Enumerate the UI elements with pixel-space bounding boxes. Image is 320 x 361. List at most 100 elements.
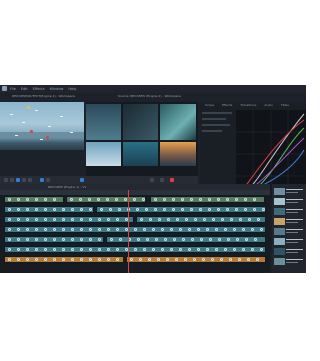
clip-frame-icon <box>26 218 29 221</box>
track-6[interactable] <box>0 245 270 254</box>
clip-frame-icon <box>215 248 218 251</box>
clip-thumbnail[interactable] <box>160 142 196 166</box>
seagull-shape <box>48 126 51 127</box>
timeline-clip[interactable] <box>66 196 146 203</box>
timeline-clip[interactable] <box>96 206 266 213</box>
clip-frame-icon <box>89 218 92 221</box>
clip-frame-icon <box>172 208 175 211</box>
clip-frame-icon <box>157 258 160 261</box>
media-item[interactable] <box>274 248 304 255</box>
red-marker-icon[interactable] <box>46 136 49 139</box>
timeline-clip[interactable] <box>4 226 266 233</box>
clip-thumbnail[interactable] <box>123 142 158 166</box>
program-monitor[interactable] <box>0 102 84 150</box>
track-5[interactable] <box>0 235 270 244</box>
media-item[interactable] <box>274 258 304 265</box>
step-back-button[interactable] <box>10 178 14 182</box>
tab-audio[interactable]: Audio <box>264 103 273 107</box>
clip-frame-icon <box>170 248 173 251</box>
clip-frame-icon <box>8 238 11 241</box>
clip-frame-icon <box>244 198 247 201</box>
clip-frame-icon <box>80 238 83 241</box>
loop-button[interactable] <box>40 178 44 182</box>
clip-thumbnail[interactable] <box>86 142 121 166</box>
clip-frame-icon <box>148 258 151 261</box>
media-item[interactable] <box>274 238 304 245</box>
play-button[interactable] <box>16 178 20 182</box>
clip-frame-icon <box>118 208 121 211</box>
clip-frame-icon <box>116 258 119 261</box>
rewind-button[interactable] <box>4 178 8 182</box>
timeline-clip[interactable] <box>136 216 266 223</box>
clip-frame-icon <box>44 258 47 261</box>
media-item[interactable] <box>274 208 304 215</box>
clip-frame-icon <box>163 208 166 211</box>
timeline-tracks[interactable] <box>0 195 270 273</box>
rec-indicator-icon[interactable] <box>170 178 174 182</box>
timeline-clip[interactable] <box>126 256 266 263</box>
timeline-clip[interactable] <box>4 256 124 263</box>
clip-frame-icon <box>107 248 110 251</box>
clip-frame-icon <box>26 248 29 251</box>
clip-frame-icon <box>44 208 47 211</box>
record-button[interactable] <box>80 178 84 182</box>
menu-window[interactable]: Window <box>50 87 64 91</box>
zoom-button[interactable] <box>150 178 154 182</box>
clip-frame-icon <box>253 208 256 211</box>
clip-frame-icon <box>71 258 74 261</box>
clip-frame-icon <box>163 198 166 201</box>
playhead[interactable] <box>128 190 129 273</box>
tab-titles[interactable]: Titles <box>281 103 289 107</box>
track-1[interactable] <box>0 195 270 204</box>
clip-frame-icon <box>8 248 11 251</box>
clip-thumbnail[interactable] <box>86 104 121 140</box>
timeline-clip[interactable] <box>4 206 94 213</box>
tab-effects[interactable]: Effects <box>222 103 232 107</box>
timeline-clip[interactable] <box>4 246 266 253</box>
timeline-clip[interactable] <box>150 196 265 203</box>
track-7[interactable] <box>0 255 270 264</box>
clip-thumbnail[interactable] <box>160 104 196 140</box>
clip-frame-icon <box>53 248 56 251</box>
app-logo-icon <box>2 86 7 91</box>
cut-button[interactable] <box>46 178 50 182</box>
clip-frame-icon <box>217 198 220 201</box>
red-marker-icon[interactable] <box>30 130 33 133</box>
clip-frame-icon <box>256 258 259 261</box>
effect-list <box>202 112 234 192</box>
clip-frame-icon <box>179 248 182 251</box>
stop-button[interactable] <box>22 178 26 182</box>
clip-frame-icon <box>239 218 242 221</box>
timeline-clip[interactable] <box>4 236 104 243</box>
clip-frame-icon <box>211 258 214 261</box>
clip-frame-icon <box>191 238 194 241</box>
menu-edit[interactable]: Edit <box>21 87 28 91</box>
menu-effects[interactable]: Effects <box>33 87 45 91</box>
timeline-clip[interactable] <box>4 196 64 203</box>
clip-frame-icon <box>100 208 103 211</box>
clip-frame-icon <box>98 238 101 241</box>
track-4[interactable] <box>0 225 270 234</box>
clip-frame-icon <box>89 248 92 251</box>
settings-button[interactable] <box>160 178 164 182</box>
media-item[interactable] <box>274 188 304 195</box>
tab-transitions[interactable]: Transitions <box>240 103 256 107</box>
tab-scope[interactable]: Scope <box>205 103 214 107</box>
step-forward-button[interactable] <box>28 178 32 182</box>
menu-file[interactable]: File <box>10 87 16 91</box>
clip-thumbnail[interactable] <box>123 104 158 140</box>
media-item[interactable] <box>274 198 304 205</box>
timeline-clip[interactable] <box>4 216 134 223</box>
media-item[interactable] <box>274 228 304 235</box>
clip-frame-icon <box>194 218 197 221</box>
timeline-clip[interactable] <box>106 236 266 243</box>
clip-frame-icon <box>140 218 143 221</box>
clip-frame-icon <box>89 228 92 231</box>
track-2[interactable] <box>0 205 270 214</box>
clip-frame-icon <box>44 228 47 231</box>
media-item[interactable] <box>274 218 304 225</box>
track-3[interactable] <box>0 215 270 224</box>
yellow-marker-icon[interactable] <box>27 106 30 109</box>
clip-frame-icon <box>227 238 230 241</box>
menu-help[interactable]: Help <box>68 87 76 91</box>
